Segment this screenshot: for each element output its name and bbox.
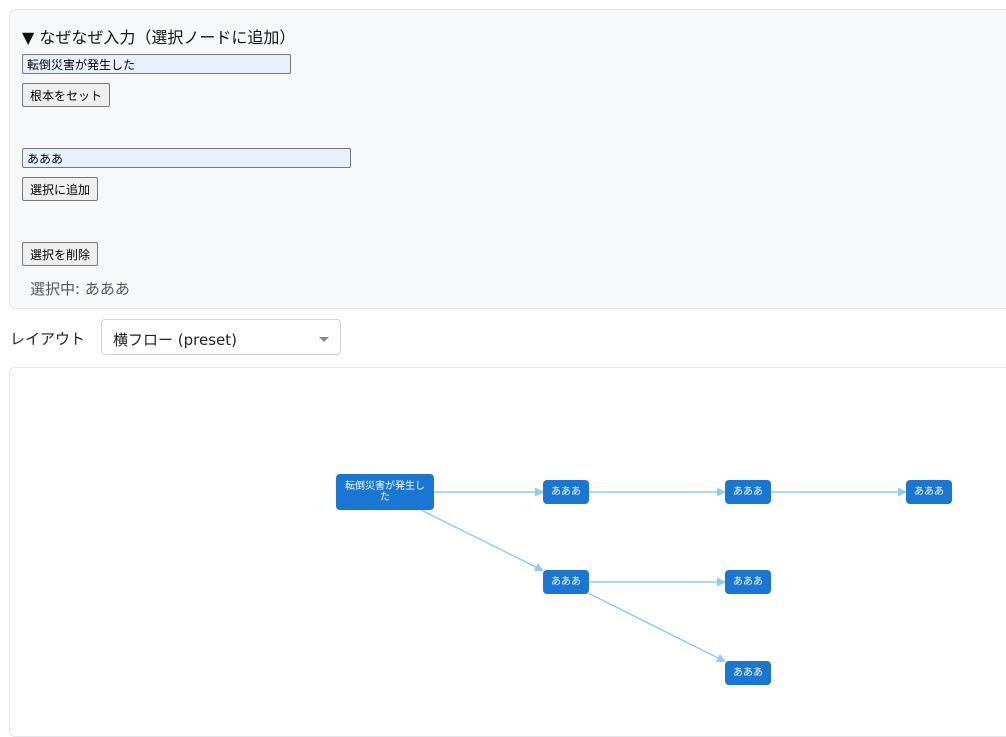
selected-node-status: 選択中: あああ: [30, 280, 130, 298]
graph-node-label: あああ: [551, 576, 581, 588]
add-to-selected-button[interactable]: 選択に追加: [22, 177, 99, 201]
graph-node-label: あああ: [914, 486, 944, 498]
graph-node-label: あああ: [551, 486, 581, 498]
set-root-button[interactable]: 根本をセット: [22, 83, 111, 107]
why-input-panel: ▼ なぜなぜ入力（選択ノードに追加） 根本をセット 選択に追加 選択を削除 選択…: [9, 9, 1006, 309]
graph-node-label: た: [380, 491, 390, 503]
graph-node[interactable]: あああ: [543, 570, 589, 594]
graph-node[interactable]: あああ: [725, 570, 771, 594]
graph-svg[interactable]: 転倒災害が発生した あああ あああ ああああああ ああああああ: [10, 368, 1006, 737]
graph-node-label: あああ: [733, 576, 763, 588]
graph-edge-n0-n4[interactable]: [420, 509, 544, 572]
graph-node[interactable]: あああ: [906, 480, 952, 504]
graph-node[interactable]: あああ: [725, 661, 771, 685]
chevron-down-icon: [319, 337, 329, 342]
graph-edge-n4-n6[interactable]: [588, 592, 726, 663]
graph-node-label: 転倒災害が発生し: [345, 479, 425, 492]
delete-selected-button[interactable]: 選択を削除: [22, 242, 99, 266]
graph-nodes: 転倒災害が発生した あああ あああ ああああああ ああああああ: [336, 474, 952, 685]
graph-node[interactable]: 転倒災害が発生した: [336, 474, 434, 510]
why-input-summary-toggle[interactable]: ▼ なぜなぜ入力（選択ノードに追加）: [22, 24, 295, 48]
graph-edges: [420, 487, 907, 663]
root-cause-input[interactable]: [22, 54, 291, 74]
graph-node-label: あああ: [733, 667, 763, 679]
why-child-input[interactable]: [22, 148, 351, 168]
graph-canvas[interactable]: 転倒災害が発生したあああ あああ あああ あああ あああ あああ: [9, 367, 1006, 737]
layout-select-value: 横フロー (preset): [113, 331, 237, 349]
graph-node-label: あああ: [733, 486, 763, 498]
graph-node[interactable]: あああ: [543, 480, 589, 504]
graph-node[interactable]: あああ: [725, 480, 771, 504]
layout-select[interactable]: 横フロー (preset): [101, 319, 341, 355]
layout-label: レイアウト: [10, 330, 86, 348]
